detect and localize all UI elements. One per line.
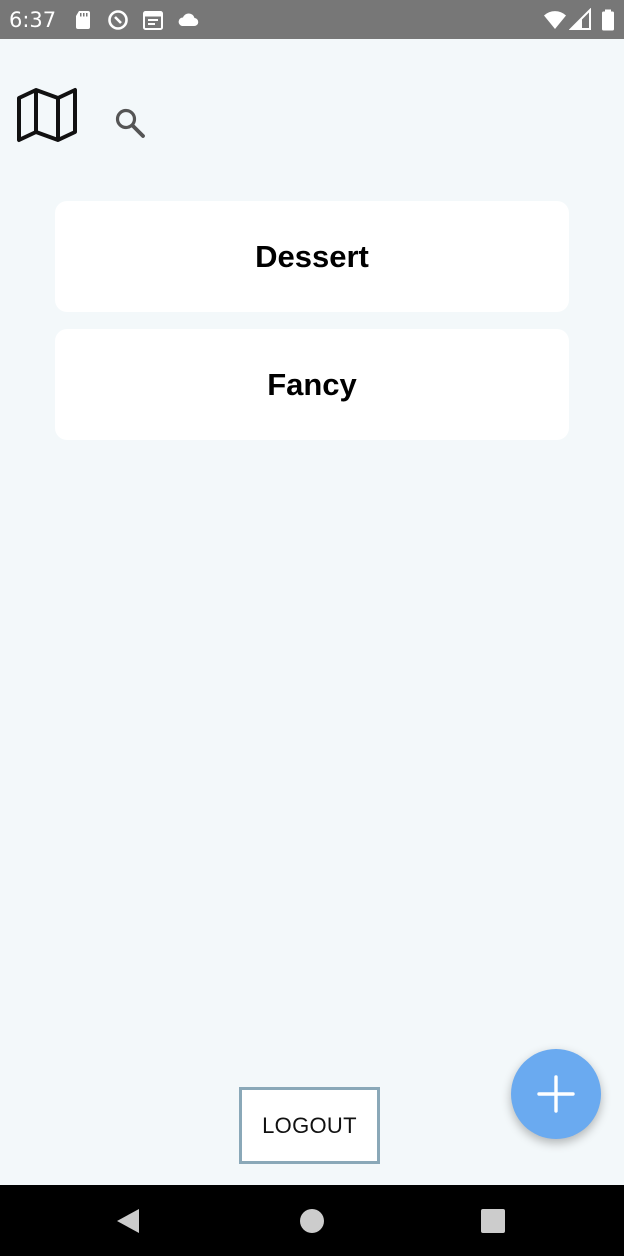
sd-card-icon <box>71 8 95 32</box>
plus-icon <box>537 1075 575 1113</box>
recents-button[interactable] <box>479 1207 507 1235</box>
navigation-bar <box>0 1185 624 1256</box>
category-label: Dessert <box>255 238 369 274</box>
logout-label: LOGOUT <box>262 1112 357 1138</box>
status-bar: 6:37 <box>0 0 624 39</box>
add-button[interactable] <box>511 1049 601 1139</box>
map-button[interactable] <box>14 84 80 146</box>
calendar-icon <box>141 8 165 32</box>
logout-button[interactable]: LOGOUT <box>239 1087 380 1164</box>
back-icon <box>117 1209 139 1233</box>
home-icon <box>300 1209 324 1233</box>
back-button[interactable] <box>113 1207 141 1235</box>
status-time: 6:37 <box>9 8 57 32</box>
recents-icon <box>481 1209 505 1233</box>
search-icon <box>115 108 145 138</box>
battery-icon <box>596 8 620 32</box>
wifi-icon <box>543 8 567 32</box>
category-card-dessert[interactable]: Dessert <box>55 201 569 312</box>
signal-icon <box>569 8 593 32</box>
map-icon <box>17 88 77 142</box>
category-card-fancy[interactable]: Fancy <box>55 329 569 440</box>
home-button[interactable] <box>298 1207 326 1235</box>
category-label: Fancy <box>267 366 357 402</box>
search-button[interactable] <box>113 106 147 140</box>
data-saver-icon <box>106 8 130 32</box>
category-list: Dessert Fancy <box>55 201 569 457</box>
cloud-icon <box>176 8 200 32</box>
top-bar <box>0 39 624 189</box>
